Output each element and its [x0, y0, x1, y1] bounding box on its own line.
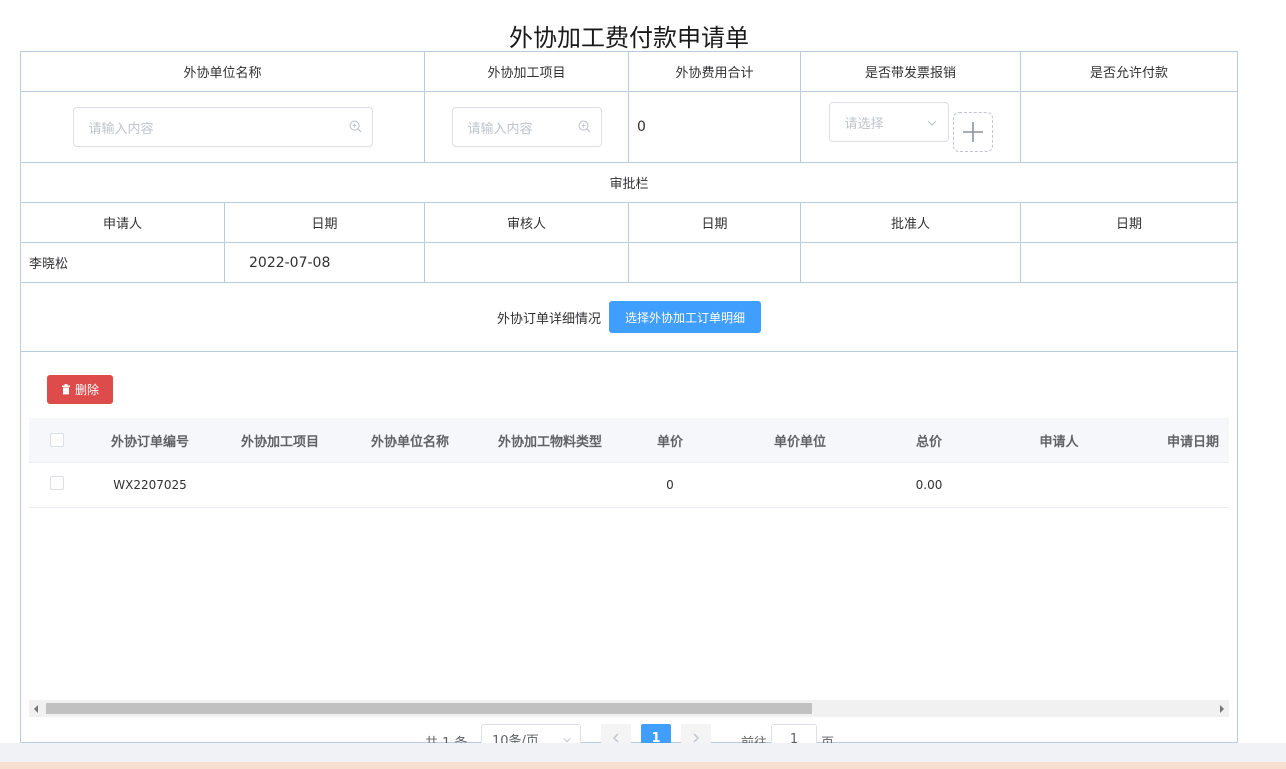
cell-unit-price: 0	[666, 478, 674, 492]
table-row[interactable]: WX2207025 0 0.00	[29, 463, 1229, 508]
col-apply-date: 申请日期	[1166, 434, 1219, 450]
order-detail-label: 外协订单详细情况	[496, 311, 601, 327]
review-date-value	[629, 243, 801, 282]
page-title: 外协加工费付款申请单	[509, 24, 749, 52]
approval-label-row: 申请人 日期 审核人 日期 批准人 日期	[21, 203, 1237, 243]
apply-date-value: 2022-07-08	[225, 243, 425, 282]
approver-value	[801, 243, 1021, 282]
applicant-value: 李晓松	[21, 243, 225, 282]
label-total-cost: 外协费用合计	[629, 52, 801, 91]
col-unit-name: 外协单位名称	[370, 434, 449, 450]
select-all-checkbox[interactable]	[50, 433, 64, 447]
col-material-type: 外协加工物料类型	[497, 434, 602, 450]
label-invoice: 是否带发票报销	[801, 52, 1021, 91]
col-unit-price: 单价	[656, 434, 683, 450]
header-input-row: 请输入内容 请输入内容 0 请选择	[21, 92, 1237, 163]
unit-name-input[interactable]: 请输入内容	[72, 107, 373, 147]
chevron-right-icon	[693, 733, 699, 743]
total-cost-value: 0	[629, 92, 801, 162]
invoice-select[interactable]: 请选择	[828, 102, 949, 142]
chevron-left-icon	[613, 733, 619, 743]
unit-name-cell: 请输入内容	[21, 92, 425, 162]
project-cell: 请输入内容	[425, 92, 629, 162]
select-all-cell	[29, 418, 85, 462]
delete-button[interactable]: 删除	[47, 375, 114, 404]
order-detail-cell: 外协订单详细情况 选择外协加工订单明细	[21, 283, 1237, 351]
cell-unit-name	[345, 463, 475, 507]
label-reviewer: 审核人	[425, 203, 629, 242]
approve-date-value	[1021, 243, 1237, 282]
approval-section-label: 审批栏	[609, 177, 649, 192]
label-apply-date: 日期	[225, 203, 425, 242]
plus-icon	[962, 122, 983, 142]
cell-order-no: WX2207025	[113, 478, 187, 492]
search-icon[interactable]	[578, 120, 591, 133]
cell-price-unit	[715, 463, 885, 507]
label-project: 外协加工项目	[425, 52, 629, 91]
cell-total-price: 0.00	[915, 478, 943, 492]
payment-request-page: 外协加工费付款申请单 外协单位名称 外协加工项目 外协费用合计 是否带发票报销 …	[0, 0, 1286, 769]
project-placeholder: 请输入内容	[467, 121, 533, 137]
allow-payment-cell	[1021, 92, 1237, 162]
trash-icon	[62, 384, 70, 395]
cell-applicant	[973, 463, 1145, 507]
label-approve-date: 日期	[1115, 217, 1142, 232]
search-icon[interactable]	[349, 120, 362, 133]
scrollbar-thumb[interactable]	[46, 703, 812, 714]
cell-apply-date	[1145, 463, 1229, 507]
label-allow-payment: 是否允许付款	[1089, 66, 1168, 81]
approval-value-row: 李晓松 2022-07-08	[21, 243, 1237, 283]
approval-section-row: 审批栏	[21, 163, 1237, 203]
bottom-bar	[0, 743, 1286, 762]
order-table: 外协订单编号 外协加工项目 外协单位名称 外协加工物料类型 单价 单价单位 总价…	[29, 418, 1229, 508]
table-header: 外协订单编号 外协加工项目 外协单位名称 外协加工物料类型 单价 单价单位 总价…	[29, 418, 1229, 463]
scroll-right-arrow[interactable]	[1220, 705, 1224, 713]
col-total-price: 总价	[915, 434, 942, 450]
bottom-edge	[0, 762, 1286, 769]
row-checkbox[interactable]	[50, 476, 64, 490]
invoice-cell: 请选择	[801, 92, 1021, 162]
cell-project	[215, 463, 345, 507]
delete-button-label: 删除	[75, 383, 100, 397]
col-price-unit: 单价单位	[773, 434, 826, 450]
col-order-no: 外协订单编号	[110, 434, 189, 450]
add-button[interactable]	[952, 112, 993, 152]
unit-name-placeholder: 请输入内容	[88, 121, 154, 137]
label-approver: 批准人	[801, 203, 1021, 242]
reviewer-value	[425, 243, 629, 282]
label-applicant: 申请人	[21, 203, 225, 242]
request-form: 外协单位名称 外协加工项目 外协费用合计 是否带发票报销 是否允许付款 请输入内…	[20, 51, 1238, 754]
label-review-date: 日期	[629, 203, 801, 242]
select-order-detail-button[interactable]: 选择外协加工订单明细	[609, 301, 762, 333]
chevron-down-icon	[927, 120, 936, 126]
label-unit-name: 外协单位名称	[21, 52, 425, 91]
project-input[interactable]: 请输入内容	[451, 107, 602, 147]
col-applicant: 申请人	[1039, 434, 1079, 450]
table-horizontal-scrollbar[interactable]	[29, 700, 1229, 717]
order-detail-row: 外协订单详细情况 选择外协加工订单明细	[21, 283, 1237, 352]
scroll-left-arrow[interactable]	[34, 705, 38, 713]
col-project: 外协加工项目	[240, 434, 319, 450]
invoice-select-placeholder: 请选择	[844, 116, 884, 132]
row-select-cell	[29, 463, 85, 507]
header-label-row: 外协单位名称 外协加工项目 外协费用合计 是否带发票报销 是否允许付款	[21, 52, 1237, 92]
cell-material-type	[475, 463, 625, 507]
